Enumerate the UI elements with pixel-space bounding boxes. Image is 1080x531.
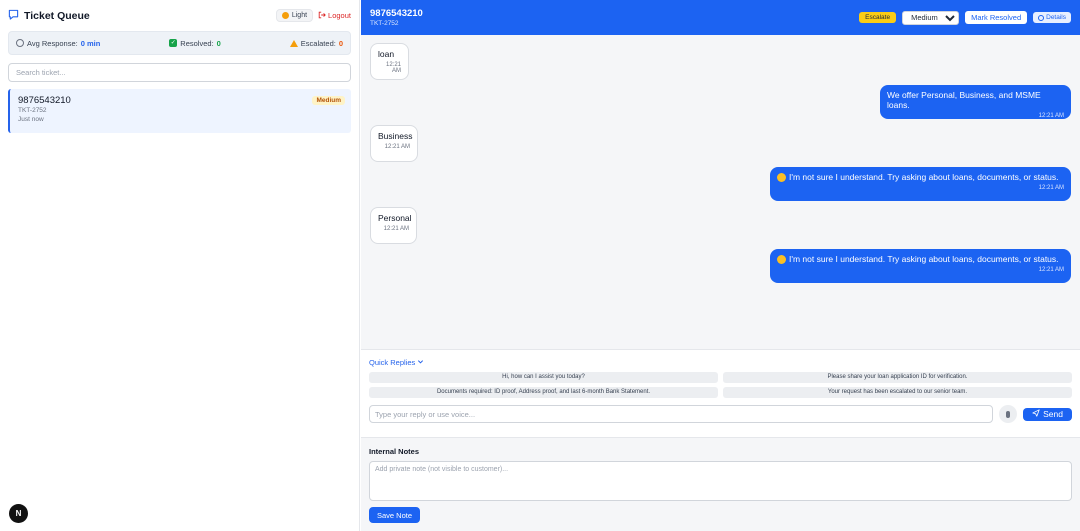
message-agent: I'm not sure I understand. Try asking ab… <box>770 249 1071 283</box>
logout-button[interactable]: Logout <box>318 11 351 21</box>
theme-toggle-button[interactable]: Light <box>275 9 314 22</box>
quick-replies-toggle[interactable]: Quick Replies <box>369 358 1072 367</box>
escalate-button[interactable]: Escalate <box>859 12 897 23</box>
message-agent: I'm not sure I understand. Try asking ab… <box>770 167 1071 201</box>
quick-reply-chip[interactable]: Your request has been escalated to our s… <box>723 387 1072 398</box>
message-text: Business <box>378 131 413 141</box>
priority-select[interactable]: Low Medium High <box>902 10 960 25</box>
quick-reply-chip[interactable]: Hi, how can I assist you today? <box>369 372 718 383</box>
sidebar-title: Ticket Queue <box>8 9 90 23</box>
stat-avg-value: 0 min <box>80 38 101 48</box>
message-text: Personal <box>378 213 412 223</box>
stat-resolved-label: Resolved: <box>180 38 214 48</box>
quick-reply-chip[interactable]: Documents required: ID proof, Address pr… <box>369 387 718 398</box>
send-icon <box>1032 409 1040 419</box>
info-icon <box>1038 14 1045 21</box>
ticket-search-input[interactable] <box>16 68 343 77</box>
chat-bubble-icon <box>8 9 19 23</box>
sidebar-title-text: Ticket Queue <box>24 9 90 22</box>
sidebar-header: Ticket Queue Light Logout <box>0 0 359 31</box>
ticket-search <box>8 63 351 82</box>
message-time: 12:21 AM <box>1038 185 1064 192</box>
message-customer: loan 12:21 AM <box>370 43 409 80</box>
conversation-header: 9876543210 TKT-2752 Escalate Low Medium … <box>361 0 1080 35</box>
sun-icon <box>281 12 289 19</box>
warning-icon <box>289 39 298 47</box>
stats-bar: Avg Response: 0 min ✓ Resolved: 0 Escala… <box>8 31 351 55</box>
stat-avg-label: Avg Response: <box>27 38 78 48</box>
priority-badge: Medium <box>312 96 345 105</box>
check-icon: ✓ <box>169 39 178 47</box>
ticket-id: TKT-2752 <box>18 107 47 114</box>
message-agent: We offer Personal, Business, and MSME lo… <box>880 85 1071 119</box>
message-text: I'm not sure I understand. Try asking ab… <box>789 172 1059 182</box>
thinking-face-icon <box>777 255 786 265</box>
conversation-panel: 9876543210 TKT-2752 Escalate Low Medium … <box>361 0 1080 531</box>
microphone-button[interactable] <box>999 405 1018 423</box>
quick-replies-grid: Hi, how can I assist you today? Please s… <box>369 372 1072 398</box>
send-label: Send <box>1043 409 1063 419</box>
message-text: I'm not sure I understand. Try asking ab… <box>789 254 1059 264</box>
logout-label: Logout <box>328 11 351 20</box>
clock-icon <box>16 39 24 47</box>
logout-icon <box>318 11 326 21</box>
save-note-button[interactable]: Save Note <box>369 507 420 523</box>
message-time: 12:21 AM <box>383 226 409 232</box>
avatar[interactable]: N <box>9 504 28 523</box>
ticket-list-item[interactable]: 9876543210 TKT-2752 Just now Medium <box>8 89 351 133</box>
internal-notes-section: Internal Notes Save Note <box>361 437 1080 531</box>
microphone-icon <box>1006 410 1011 418</box>
stat-resolved: ✓ Resolved: 0 <box>169 39 221 48</box>
message-text: We offer Personal, Business, and MSME lo… <box>887 90 1041 110</box>
mark-resolved-button[interactable]: Mark Resolved <box>965 11 1028 24</box>
send-button[interactable]: Send <box>1023 407 1072 421</box>
quick-replies-label: Quick Replies <box>369 358 416 367</box>
quick-reply-chip[interactable]: Please share your loan application ID fo… <box>723 372 1072 383</box>
thinking-face-icon <box>777 173 786 183</box>
message-customer: Personal 12:21 AM <box>370 207 417 244</box>
header-phone: 9876543210 <box>370 8 423 19</box>
message-time: 12:21 AM <box>385 62 401 74</box>
message-time: 12:21 AM <box>384 144 410 150</box>
ticket-sidebar: Ticket Queue Light Logout Avg Response: … <box>0 0 360 531</box>
message-thread: loan 12:21 AM We offer Personal, Busines… <box>361 35 1080 349</box>
stat-avg-response: Avg Response: 0 min <box>16 39 100 48</box>
message-time: 12:21 AM <box>1038 113 1064 119</box>
stat-escalated-label: Escalated: <box>300 38 336 48</box>
ticket-time: Just now <box>18 116 44 123</box>
internal-notes-field[interactable] <box>369 461 1072 501</box>
theme-toggle-label: Light <box>291 12 308 19</box>
chevron-down-icon <box>417 358 424 367</box>
stat-escalated-value: 0 <box>338 38 343 48</box>
header-ticket-id: TKT-2752 <box>370 20 399 27</box>
details-button[interactable]: Details <box>1033 12 1071 23</box>
message-time: 12:21 AM <box>1038 267 1064 274</box>
stat-resolved-value: 0 <box>216 38 221 48</box>
details-label: Details <box>1046 14 1066 21</box>
reply-composer: Quick Replies Hi, how can I assist you t… <box>361 349 1080 437</box>
reply-input[interactable] <box>369 405 994 423</box>
internal-notes-label: Internal Notes <box>369 447 420 456</box>
message-text: loan <box>378 49 395 59</box>
stat-escalated: Escalated: 0 <box>289 38 343 48</box>
message-customer: Business 12:21 AM <box>370 125 418 162</box>
ticket-phone: 9876543210 <box>18 95 71 106</box>
